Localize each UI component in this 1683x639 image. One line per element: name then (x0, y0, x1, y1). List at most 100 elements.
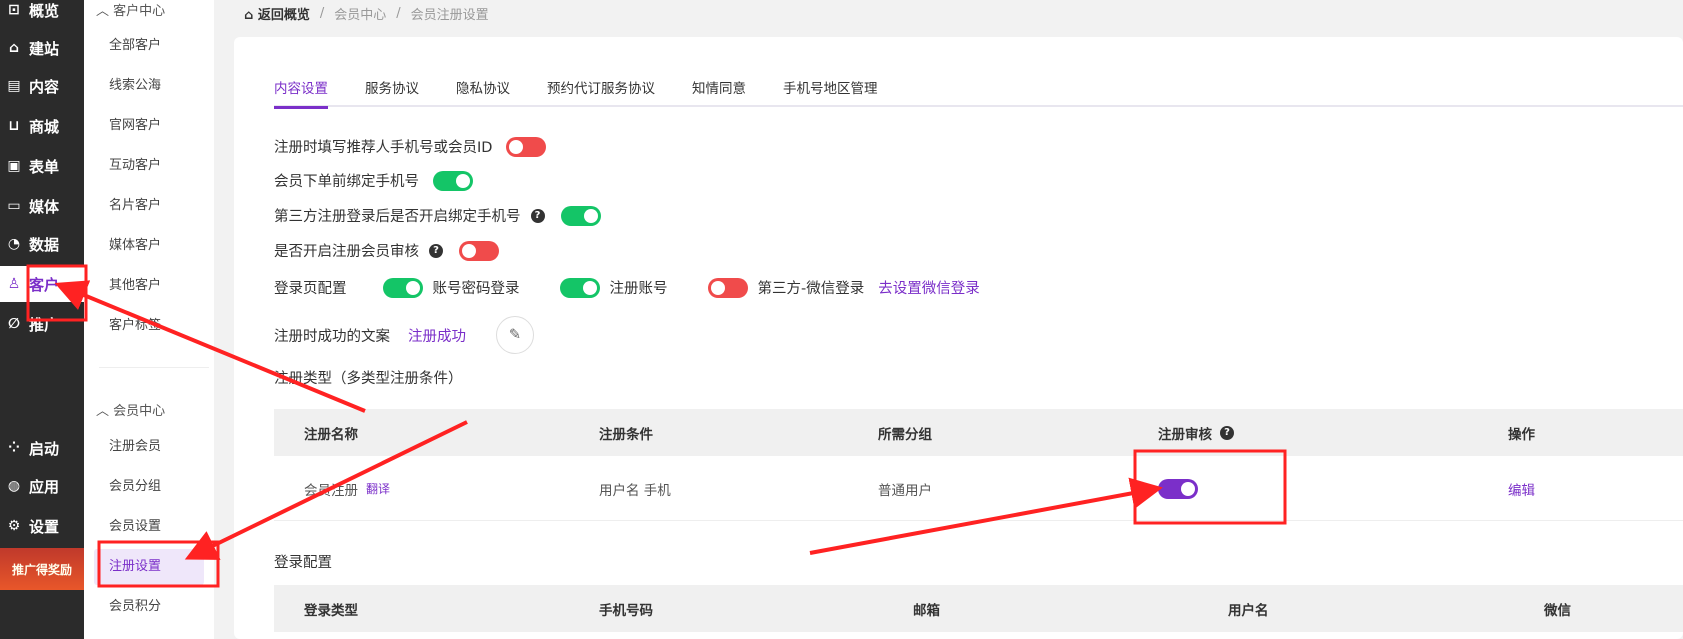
success-text-value: 注册成功 (408, 328, 466, 345)
success-text-label: 注册时成功的文案 (274, 328, 390, 345)
nav-item-7[interactable]: ♙ 客户 (0, 266, 84, 302)
pencil-icon: ✎ (508, 327, 522, 343)
password-login-toggle[interactable] (382, 277, 423, 298)
sub-item[interactable]: 官网客户 (94, 108, 204, 144)
group-customer-center[interactable]: ︿ 客户中心 (96, 0, 165, 19)
chart-icon: ⊡ (8, 2, 20, 18)
help-icon[interactable]: ? (429, 243, 443, 258)
nav-label: 推广 (29, 315, 60, 334)
nav-label: 商城 (29, 117, 60, 136)
bind-phone-label: 会员下单前绑定手机号 (274, 174, 419, 190)
sub-item[interactable]: 注册设置 (94, 549, 204, 585)
edit-link[interactable]: 编辑 (1508, 479, 1535, 499)
form-icon: ▣ (7, 158, 21, 174)
breadcrumb-current: 会员注册设置 (410, 8, 489, 23)
sub-item[interactable]: 全部客户 (94, 28, 204, 64)
promo-banner[interactable]: 推广得奖励 (0, 548, 84, 590)
reg-condition: 用户名 手机 (599, 482, 671, 499)
edit-success-text-button[interactable]: ✎ (496, 316, 534, 354)
cart-icon: ⊔ (8, 118, 20, 134)
pie-icon: ◔ (7, 236, 21, 252)
separator: / (319, 6, 325, 21)
sub-item[interactable]: 名片客户 (94, 188, 204, 224)
sub-item[interactable]: 互动客户 (94, 148, 204, 184)
col-header: 微信 (1544, 602, 1571, 619)
tab-booking-agreement[interactable]: 预约代订服务协议 (547, 77, 655, 107)
reg-audit-toggle[interactable] (1158, 478, 1198, 499)
nav-item-4[interactable]: ▣ 表单 (0, 148, 84, 184)
sub-item[interactable]: 线索公海 (94, 68, 204, 104)
main-nav: ⊡ 概览 ⌂ 建站 ▤ 内容 ⊔ 商城 ▣ 表单 ▭ 媒体 ◔ 数据 ♙ 客户 ∅ 推广 ⁘ 启动 ◍ 应用 ⚙ 设置推广得奖… (0, 0, 84, 639)
tab-service-agreement[interactable]: 服务协议 (365, 77, 419, 107)
col-header: 注册名称 (304, 426, 358, 443)
nav-item-9[interactable]: ⁘ 启动 (0, 430, 84, 466)
login-page-label: 登录页配置 (274, 281, 347, 297)
nav-item-8[interactable]: ∅ 推广 (0, 306, 84, 342)
breadcrumb: ⌂ 返回概览 / 会员中心 / 会员注册设置 (244, 4, 489, 23)
nav-item-5[interactable]: ▭ 媒体 (0, 188, 84, 224)
sub-item[interactable]: 其他客户 (94, 268, 204, 304)
tab-content-settings[interactable]: 内容设置 (274, 77, 328, 109)
video-icon: ▭ (7, 198, 21, 214)
sub-item[interactable]: 会员分组 (94, 469, 204, 505)
nav-label: 应用 (29, 477, 60, 496)
wechat-login-label: 第三方-微信登录 (757, 281, 865, 297)
tab-informed-consent[interactable]: 知情同意 (692, 77, 746, 107)
nav-label: 启动 (29, 439, 60, 458)
nav-label: 表单 (29, 157, 60, 176)
sub-item[interactable]: 客户标签 (94, 308, 204, 344)
settings-card: 内容设置 服务协议 隐私协议 预约代订服务协议 知情同意 手机号地区管理 注册时… (234, 37, 1683, 639)
audit-toggle[interactable] (459, 240, 499, 261)
reg-name: 会员注册 (304, 482, 358, 499)
setup-wechat-login-link[interactable]: 去设置微信登录 (878, 277, 980, 298)
home-icon: ⌂ (8, 40, 20, 56)
nav-item-3[interactable]: ⊔ 商城 (0, 108, 84, 144)
nav-label: 设置 (29, 517, 60, 536)
nav-item-0[interactable]: ⊡ 概览 (0, 0, 84, 28)
col-header: 用户名 (1228, 602, 1269, 619)
third-bind-toggle[interactable] (560, 205, 601, 226)
sub-item[interactable]: 注册会员 (94, 429, 204, 465)
back-home-link[interactable]: ⌂ 返回概览 (244, 4, 310, 23)
register-account-label: 注册账号 (609, 281, 668, 297)
col-header: 所需分组 (878, 426, 932, 443)
tab-phone-region[interactable]: 手机号地区管理 (783, 77, 878, 107)
login-config-title: 登录配置 (274, 555, 332, 571)
help-icon[interactable]: ? (1220, 425, 1234, 440)
nav-label: 概览 (29, 1, 60, 20)
breadcrumb-member-center[interactable]: 会员中心 (334, 4, 386, 23)
tab-privacy-agreement[interactable]: 隐私协议 (456, 77, 510, 107)
register-account-toggle[interactable] (559, 277, 600, 298)
sub-item[interactable]: 会员积分 (94, 589, 204, 625)
group-label: 客户中心 (113, 4, 166, 19)
nav-item-11[interactable]: ⚙ 设置 (0, 508, 84, 544)
separator: / (396, 6, 401, 21)
gear-icon: ⚙ (7, 518, 21, 534)
apps-icon: ◍ (7, 478, 21, 494)
wechat-login-toggle[interactable] (707, 277, 748, 298)
third-bind-label: 第三方注册登录后是否开启绑定手机号 (274, 209, 521, 225)
help-icon[interactable]: ? (530, 208, 545, 223)
group-member-center[interactable]: ︿ 会员中心 (96, 400, 165, 419)
referrer-toggle[interactable] (506, 136, 547, 157)
nav-item-2[interactable]: ▤ 内容 (0, 68, 84, 104)
col-header: 操作 (1508, 426, 1535, 443)
translate-link[interactable]: 翻译 (366, 480, 390, 497)
col-header: 登录类型 (304, 602, 358, 619)
reg-group: 普通用户 (878, 482, 932, 499)
nav-item-1[interactable]: ⌂ 建站 (0, 30, 84, 66)
dots-icon: ⁘ (8, 440, 20, 456)
sub-item[interactable]: 媒体客户 (94, 228, 204, 264)
paperclip-icon: ∅ (8, 316, 20, 332)
col-header: 注册审核 (1158, 426, 1212, 443)
bind-phone-toggle[interactable] (433, 170, 473, 191)
nav-item-6[interactable]: ◔ 数据 (0, 226, 84, 262)
login-config-table-header: 登录类型 手机号码 邮箱 用户名 微信 (274, 585, 1683, 632)
nav-label: 客户 (29, 275, 60, 294)
nav-label: 内容 (29, 77, 60, 96)
audit-label: 是否开启注册会员审核 (274, 244, 419, 260)
nav-item-10[interactable]: ◍ 应用 (0, 468, 84, 504)
referrer-label: 注册时填写推荐人手机号或会员ID (274, 140, 493, 156)
nav-label: 数据 (29, 235, 60, 254)
sub-item[interactable]: 会员设置 (94, 509, 204, 545)
